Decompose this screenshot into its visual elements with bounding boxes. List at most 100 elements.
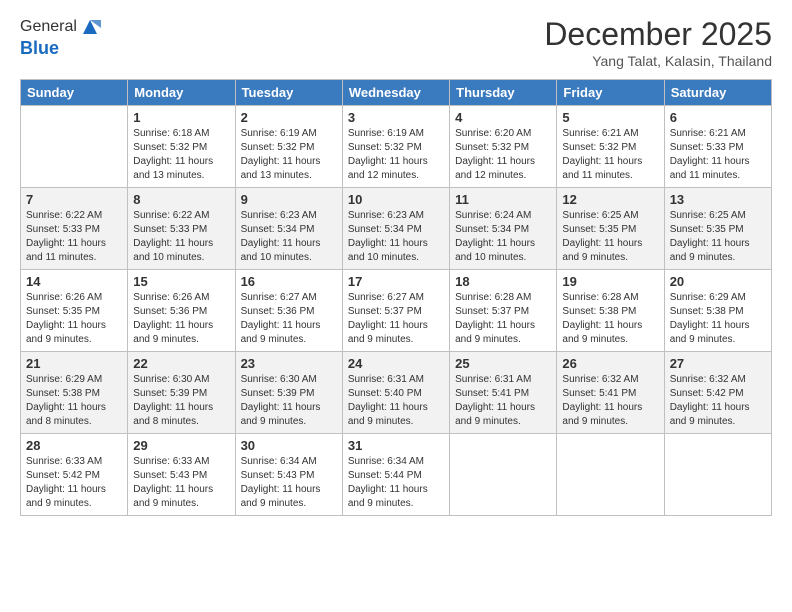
month-title: December 2025 [544, 16, 772, 53]
calendar-cell-w3-d3: 16 Sunrise: 6:27 AMSunset: 5:36 PMDayligh… [235, 270, 342, 352]
calendar-cell-w2-d6: 12 Sunrise: 6:25 AMSunset: 5:35 PMDayligh… [557, 188, 664, 270]
day-number: 8 [133, 192, 229, 207]
day-number: 7 [26, 192, 122, 207]
day-info: Sunrise: 6:34 AMSunset: 5:44 PMDaylight:… [348, 455, 444, 511]
calendar-cell-w2-d3: 9Sunrise: 6:23 AMSunset: 5:34 PMDaylight… [235, 188, 342, 270]
calendar-cell-w2-d2: 8 Sunrise: 6:22 AMSunset: 5:33 PMDaylight… [128, 188, 235, 270]
day-info: Sunrise: 6:21 AMSunset: 5:32 PMDaylight:… [562, 127, 658, 183]
day-info: Sunrise: 6:23 AMSunset: 5:34 PMDaylight:… [348, 209, 444, 265]
calendar-cell-w1-d7: 6 Sunrise: 6:21 AMSunset: 5:33 PMDaylight… [664, 106, 771, 188]
day-number: 30 [241, 438, 337, 453]
calendar-cell-w3-d6: 19Sunrise: 6:28 AMSunset: 5:38 PMDayligh… [557, 270, 664, 352]
day-info: Sunrise: 6:21 AMSunset: 5:33 PMDaylight:… [670, 127, 766, 183]
calendar-cell-w4-d7: 27Sunrise: 6:32 AMSunset: 5:42 PMDayligh… [664, 352, 771, 434]
day-number: 12 [562, 192, 658, 207]
day-info: Sunrise: 6:29 AMSunset: 5:38 PMDaylight:… [670, 291, 766, 347]
calendar-cell-w3-d5: 18 Sunrise: 6:28 AMSunset: 5:37 PMDayligh… [450, 270, 557, 352]
day-info: Sunrise: 6:30 AMSunset: 5:39 PMDaylight:… [241, 373, 337, 429]
col-thursday: Thursday [450, 80, 557, 106]
logo: General Blue [20, 16, 101, 59]
day-info: Sunrise: 6:30 AMSunset: 5:39 PMDaylight:… [133, 373, 229, 429]
day-info: Sunrise: 6:29 AMSunset: 5:38 PMDaylight:… [26, 373, 122, 429]
main-container: General Blue December 2025 Yang Talat, K… [0, 0, 792, 612]
day-info: Sunrise: 6:26 AMSunset: 5:35 PMDaylight:… [26, 291, 122, 347]
day-number: 23 [241, 356, 337, 371]
calendar-table: Sunday Monday Tuesday Wednesday Thursday… [20, 79, 772, 516]
day-number: 17 [348, 274, 444, 289]
header: General Blue December 2025 Yang Talat, K… [20, 16, 772, 69]
calendar-cell-w1-d4: 3 Sunrise: 6:19 AMSunset: 5:32 PMDaylight… [342, 106, 449, 188]
day-info: Sunrise: 6:32 AMSunset: 5:41 PMDaylight:… [562, 373, 658, 429]
day-info: Sunrise: 6:31 AMSunset: 5:41 PMDaylight:… [455, 373, 551, 429]
day-info: Sunrise: 6:27 AMSunset: 5:36 PMDaylight:… [241, 291, 337, 347]
day-number: 18 [455, 274, 551, 289]
day-number: 29 [133, 438, 229, 453]
day-number: 21 [26, 356, 122, 371]
day-info: Sunrise: 6:27 AMSunset: 5:37 PMDaylight:… [348, 291, 444, 347]
calendar-cell-w3-d4: 17 Sunrise: 6:27 AMSunset: 5:37 PMDayligh… [342, 270, 449, 352]
day-number: 5 [562, 110, 658, 125]
calendar-cell-w2-d4: 10 Sunrise: 6:23 AMSunset: 5:34 PMDayligh… [342, 188, 449, 270]
calendar-cell-w1-d2: 1 Sunrise: 6:18 AMSunset: 5:32 PMDaylight… [128, 106, 235, 188]
calendar-cell-w5-d7 [664, 434, 771, 516]
calendar-cell-w4-d5: 25 Sunrise: 6:31 AMSunset: 5:41 PMDayligh… [450, 352, 557, 434]
day-number: 10 [348, 192, 444, 207]
day-number: 14 [26, 274, 122, 289]
day-number: 1 [133, 110, 229, 125]
day-info: Sunrise: 6:31 AMSunset: 5:40 PMDaylight:… [348, 373, 444, 429]
day-number: 20 [670, 274, 766, 289]
day-info: Sunrise: 6:22 AMSunset: 5:33 PMDaylight:… [133, 209, 229, 265]
day-number: 6 [670, 110, 766, 125]
calendar-cell-w2-d5: 11Sunrise: 6:24 AMSunset: 5:34 PMDayligh… [450, 188, 557, 270]
calendar-cell-w4-d3: 23 Sunrise: 6:30 AMSunset: 5:39 PMDayligh… [235, 352, 342, 434]
week-row-1: 1 Sunrise: 6:18 AMSunset: 5:32 PMDaylight… [21, 106, 772, 188]
calendar-cell-w1-d6: 5 Sunrise: 6:21 AMSunset: 5:32 PMDaylight… [557, 106, 664, 188]
calendar-cell-w3-d2: 15Sunrise: 6:26 AMSunset: 5:36 PMDayligh… [128, 270, 235, 352]
day-number: 13 [670, 192, 766, 207]
logo-blue-text: Blue [20, 38, 101, 59]
calendar-cell-w1-d5: 4 Sunrise: 6:20 AMSunset: 5:32 PMDaylight… [450, 106, 557, 188]
col-saturday: Saturday [664, 80, 771, 106]
day-info: Sunrise: 6:33 AMSunset: 5:43 PMDaylight:… [133, 455, 229, 511]
title-block: December 2025 Yang Talat, Kalasin, Thail… [544, 16, 772, 69]
day-info: Sunrise: 6:26 AMSunset: 5:36 PMDaylight:… [133, 291, 229, 347]
day-number: 3 [348, 110, 444, 125]
day-info: Sunrise: 6:20 AMSunset: 5:32 PMDaylight:… [455, 127, 551, 183]
col-sunday: Sunday [21, 80, 128, 106]
logo-general-text: General [20, 18, 77, 36]
week-row-4: 21 Sunrise: 6:29 AMSunset: 5:38 PMDayligh… [21, 352, 772, 434]
calendar-cell-w1-d3: 2Sunrise: 6:19 AMSunset: 5:32 PMDaylight… [235, 106, 342, 188]
location: Yang Talat, Kalasin, Thailand [544, 53, 772, 69]
day-info: Sunrise: 6:25 AMSunset: 5:35 PMDaylight:… [670, 209, 766, 265]
day-info: Sunrise: 6:28 AMSunset: 5:38 PMDaylight:… [562, 291, 658, 347]
day-number: 24 [348, 356, 444, 371]
day-info: Sunrise: 6:22 AMSunset: 5:33 PMDaylight:… [26, 209, 122, 265]
day-number: 25 [455, 356, 551, 371]
day-info: Sunrise: 6:34 AMSunset: 5:43 PMDaylight:… [241, 455, 337, 511]
day-number: 4 [455, 110, 551, 125]
day-number: 22 [133, 356, 229, 371]
day-info: Sunrise: 6:25 AMSunset: 5:35 PMDaylight:… [562, 209, 658, 265]
col-tuesday: Tuesday [235, 80, 342, 106]
calendar-cell-w5-d6 [557, 434, 664, 516]
day-info: Sunrise: 6:18 AMSunset: 5:32 PMDaylight:… [133, 127, 229, 183]
calendar-cell-w5-d2: 29 Sunrise: 6:33 AMSunset: 5:43 PMDayligh… [128, 434, 235, 516]
col-wednesday: Wednesday [342, 80, 449, 106]
day-info: Sunrise: 6:33 AMSunset: 5:42 PMDaylight:… [26, 455, 122, 511]
calendar-cell-w4-d4: 24 Sunrise: 6:31 AMSunset: 5:40 PMDayligh… [342, 352, 449, 434]
day-info: Sunrise: 6:19 AMSunset: 5:32 PMDaylight:… [348, 127, 444, 183]
week-row-2: 7 Sunrise: 6:22 AMSunset: 5:33 PMDaylight… [21, 188, 772, 270]
calendar-header-row: Sunday Monday Tuesday Wednesday Thursday… [21, 80, 772, 106]
day-number: 31 [348, 438, 444, 453]
calendar-cell-w4-d1: 21 Sunrise: 6:29 AMSunset: 5:38 PMDayligh… [21, 352, 128, 434]
day-info: Sunrise: 6:24 AMSunset: 5:34 PMDaylight:… [455, 209, 551, 265]
day-number: 16 [241, 274, 337, 289]
day-info: Sunrise: 6:19 AMSunset: 5:32 PMDaylight:… [241, 127, 337, 183]
calendar-cell-w3-d7: 20 Sunrise: 6:29 AMSunset: 5:38 PMDayligh… [664, 270, 771, 352]
col-monday: Monday [128, 80, 235, 106]
day-number: 26 [562, 356, 658, 371]
calendar-cell-w5-d3: 30 Sunrise: 6:34 AMSunset: 5:43 PMDayligh… [235, 434, 342, 516]
calendar-cell-w5-d1: 28Sunrise: 6:33 AMSunset: 5:42 PMDayligh… [21, 434, 128, 516]
day-info: Sunrise: 6:28 AMSunset: 5:37 PMDaylight:… [455, 291, 551, 347]
day-number: 27 [670, 356, 766, 371]
